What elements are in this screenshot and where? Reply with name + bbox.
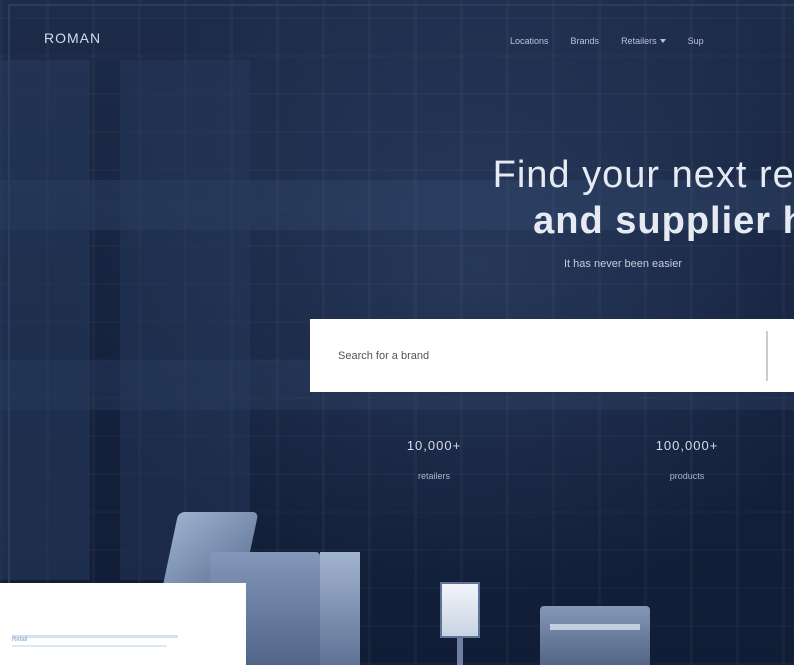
lamp-shade (440, 582, 480, 638)
stat-label: retailers (417, 471, 450, 481)
hero-title-bold: supplier (615, 200, 772, 242)
hero-subtitle: It has never been easier (564, 258, 683, 270)
table-illustration (540, 606, 650, 665)
stat-value: 100,000+ (655, 438, 719, 453)
nav-item-label: Retailers (621, 36, 657, 46)
nav-item-label: Locations (510, 36, 549, 46)
stat-label: products (669, 471, 705, 481)
main-nav: Locations Brands Retailers Sup (510, 36, 704, 46)
nav-item-locations[interactable]: Locations (510, 36, 549, 46)
hero-title: Find your next retail and supplier h (410, 152, 794, 244)
card-progress-bar (12, 635, 178, 638)
nav-item-label: Sup (687, 36, 704, 46)
chevron-down-icon (659, 39, 666, 43)
search-input[interactable] (310, 334, 760, 377)
hero-title-line1: Find your next retail (492, 154, 794, 196)
sofa-arm (320, 552, 360, 665)
lamp-illustration (440, 582, 480, 665)
nav-item-label: Brands (570, 36, 600, 46)
bottom-card[interactable]: Retail (0, 583, 246, 665)
search-bar (310, 319, 794, 392)
nav-item-suppliers[interactable]: Sup (688, 36, 704, 46)
stat-products: 100,000+ products (632, 438, 742, 481)
lamp-pole (457, 638, 463, 665)
stat-value: 10,000+ (406, 438, 462, 453)
search-divider (766, 331, 768, 381)
card-underline (12, 645, 167, 647)
page-viewport: ROMAN Locations Brands Retailers Sup Fin… (0, 0, 794, 665)
card-label: Retail (12, 637, 28, 643)
site-header: ROMAN Locations Brands Retailers Sup (0, 0, 794, 80)
hero-title-prefix: and (533, 200, 604, 242)
site-logo[interactable]: ROMAN (44, 30, 101, 46)
nav-item-retailers[interactable]: Retailers (621, 36, 666, 46)
hero-title-line2: and supplier h (410, 198, 794, 244)
stat-retailers: 10,000+ retailers (384, 438, 484, 481)
hero-title-suffix: h (783, 200, 794, 242)
nav-item-brands[interactable]: Brands (571, 36, 600, 46)
